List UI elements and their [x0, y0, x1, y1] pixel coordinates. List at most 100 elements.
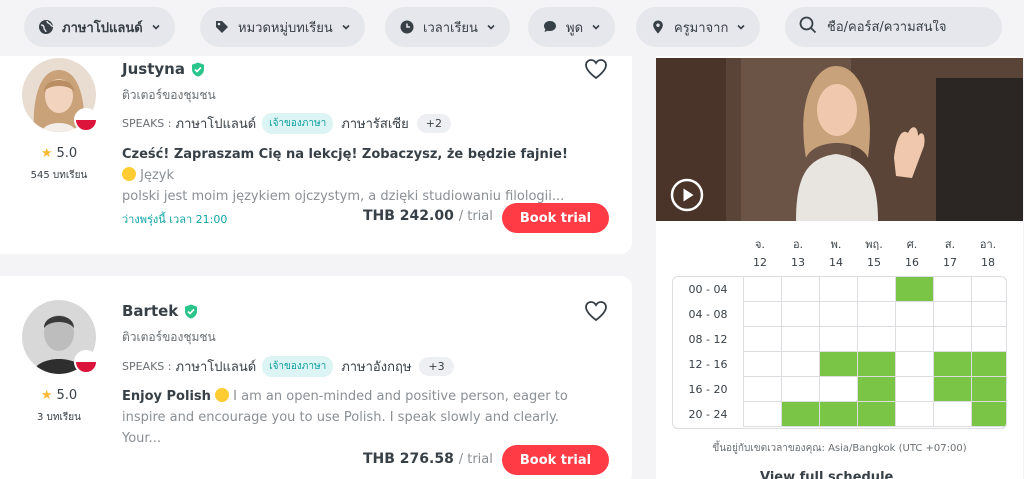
category-filter-label: หมวดหมู่บทเรียน [238, 20, 333, 36]
available-slot-cell[interactable] [857, 352, 895, 377]
lesson-count: 545 บทเรียน [30, 170, 88, 181]
empty-slot-cell [781, 302, 819, 327]
empty-slot-cell [743, 402, 781, 427]
more-languages-badge[interactable]: +3 [419, 357, 454, 376]
day-date: 13 [791, 256, 805, 269]
play-icon[interactable] [670, 178, 704, 212]
description-text: I am an open-minded and positive person,… [233, 389, 568, 404]
day-name: ส. [944, 238, 956, 251]
tutor-type: ติวเตอร์ของชุมชน [122, 88, 216, 102]
available-slot-cell[interactable] [933, 352, 971, 377]
day-column: พฤ. 15 [856, 236, 892, 272]
day-date: 16 [905, 256, 919, 269]
available-slot-cell[interactable] [857, 377, 895, 402]
trial-price: THB 276.58 / trial [363, 451, 493, 467]
chevron-down-icon [341, 22, 351, 32]
available-slot-cell[interactable] [971, 352, 1006, 377]
empty-slot-cell [781, 277, 819, 302]
available-slot-cell[interactable] [895, 277, 933, 302]
available-slot-cell[interactable] [857, 402, 895, 427]
country-filter[interactable]: ครูมาจาก [636, 7, 761, 47]
time-slot-label: 16 - 20 [688, 383, 728, 396]
filter-bar: ภาษาโปแลนด์ หมวดหมู่บทเรียน เวลาเรียน พู… [0, 0, 1024, 56]
tag-icon [214, 19, 230, 35]
tutor-preview-panel: จ. 12 อ. 13 พ. 14 พฤ. 15 ศ. 16 ส. 17 อา. 18 00 … [656, 56, 1023, 479]
tutor-card[interactable]: ★ 5.0 545 บทเรียน Justyna ติวเตอร์ของชุมช… [0, 44, 632, 254]
description-headline: Cześć! Zapraszam Cię na lekcję! Zobaczys… [122, 147, 568, 162]
clock-icon [399, 19, 415, 35]
star-icon: ★ [40, 388, 53, 403]
view-full-schedule-link[interactable]: View full schedule [760, 470, 893, 479]
search-box[interactable] [785, 7, 1002, 47]
schedule-grid: 00 - 04 04 - 08 08 - 12 12 - 16 16 - 20 20 - … [672, 276, 1007, 429]
empty-slot-cell [743, 302, 781, 327]
book-trial-button[interactable]: Book trial [502, 445, 609, 475]
native-badge: เจ้าของภาษา [262, 113, 334, 134]
tutor-name[interactable]: Bartek [122, 302, 198, 320]
language-filter[interactable]: ภาษาโปแลนด์ [24, 7, 175, 47]
empty-slot-cell [933, 402, 971, 427]
day-column: จ. 12 [742, 236, 778, 272]
favorite-heart-icon[interactable] [584, 58, 608, 80]
empty-slot-cell [895, 352, 933, 377]
timezone-note: ขึ้นอยู่กับเขตเวลาของคุณ: Asia/Bangkok (… [712, 443, 967, 454]
description-text: polski jest moim językiem ojczystym, a d… [122, 189, 565, 204]
price-value: THB 242.00 [363, 208, 454, 224]
tutor-name-text[interactable]: Justyna [122, 60, 185, 78]
verified-shield-icon [191, 62, 205, 77]
day-date: 12 [753, 256, 767, 269]
time-slot-label: 04 - 08 [688, 308, 728, 321]
price-unit: / trial [458, 452, 493, 467]
available-slot-cell[interactable] [971, 377, 1006, 402]
available-slot-cell[interactable] [819, 352, 857, 377]
time-filter-label: เวลาเรียน [423, 20, 478, 36]
empty-slot-cell [819, 327, 857, 352]
tutor-description[interactable]: Cześć! Zapraszam Cię na lekcję! Zobaczys… [122, 144, 584, 207]
tutor-card[interactable]: ★ 5.0 3 บทเรียน Bartek ติวเตอร์ของชุมชน S… [0, 276, 632, 479]
favorite-heart-icon[interactable] [584, 300, 608, 322]
chevron-down-icon [486, 22, 496, 32]
book-trial-button[interactable]: Book trial [502, 203, 609, 233]
speaks-filter[interactable]: พูด [528, 7, 616, 47]
verified-shield-icon [184, 304, 198, 319]
description-text: inspire and encourage you to use Polish.… [122, 410, 559, 446]
tutor-description[interactable]: Enjoy Polish I am an open-minded and pos… [122, 386, 584, 449]
more-languages-badge[interactable]: +2 [416, 114, 451, 133]
tutor-name-text[interactable]: Bartek [122, 302, 178, 320]
day-name: อา. [979, 238, 997, 251]
star-icon: ★ [40, 146, 53, 161]
language-filter-label: ภาษาโปแลนด์ [62, 20, 143, 36]
schedule-row: 16 - 20 [673, 377, 1006, 402]
empty-slot-cell [781, 352, 819, 377]
empty-slot-cell [971, 327, 1006, 352]
empty-slot-cell [895, 377, 933, 402]
tutor-name[interactable]: Justyna [122, 60, 205, 78]
time-slot-label: 00 - 04 [688, 283, 728, 296]
intro-video[interactable] [656, 58, 1023, 221]
empty-slot-cell [743, 277, 781, 302]
description-headline: Enjoy Polish [122, 389, 211, 404]
available-slot-cell[interactable] [933, 377, 971, 402]
empty-slot-cell [819, 377, 857, 402]
speaks-row: SPEAKS : ภาษาโปแลนด์ เจ้าของภาษา ภาษาอัง… [122, 356, 454, 377]
grinning-emoji-icon [122, 167, 136, 181]
chevron-down-icon [151, 22, 161, 32]
available-slot-cell[interactable] [971, 402, 1006, 427]
chat-bubble-icon [542, 19, 558, 35]
available-slot-cell[interactable] [781, 402, 819, 427]
empty-slot-cell [781, 377, 819, 402]
speaks-label: SPEAKS : [122, 360, 172, 373]
day-name: ศ. [906, 238, 918, 251]
empty-slot-cell [819, 277, 857, 302]
time-filter[interactable]: เวลาเรียน [385, 7, 510, 47]
day-name: พฤ. [865, 238, 883, 251]
price-unit: / trial [458, 209, 493, 224]
time-slot-label: 20 - 24 [688, 408, 728, 421]
empty-slot-cell [857, 327, 895, 352]
available-slot-cell[interactable] [819, 402, 857, 427]
description-text: Język [140, 168, 175, 183]
category-filter[interactable]: หมวดหมู่บทเรียน [200, 7, 365, 47]
day-column: พ. 14 [818, 236, 854, 272]
poland-flag-icon [74, 350, 98, 374]
search-input[interactable] [827, 19, 997, 35]
